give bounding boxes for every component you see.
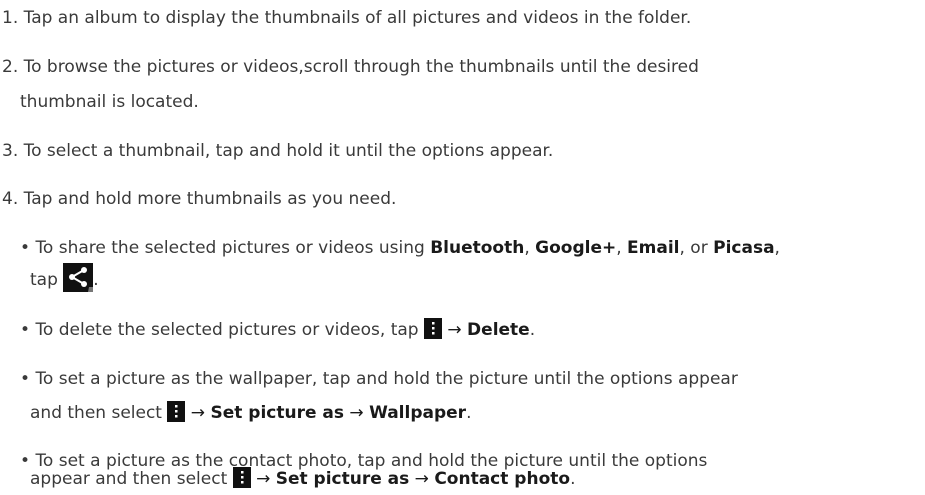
step-2-line-1: 2. To browse the pictures or videos,scro…	[2, 57, 699, 77]
step-1: 1. Tap an album to display the thumbnail…	[2, 8, 692, 28]
instructions-document: 1. Tap an album to display the thumbnail…	[0, 0, 925, 495]
arrow-icon: →	[190, 403, 206, 423]
googleplus-label: Google+	[535, 238, 617, 258]
bluetooth-label: Bluetooth	[430, 238, 525, 258]
bullet-share-line-1: • To share the selected pictures or vide…	[20, 238, 780, 258]
bullet: •	[20, 238, 31, 258]
bullet: •	[20, 320, 31, 340]
bullet-delete: • To delete the selected pictures or vid…	[20, 318, 536, 340]
menu-icon[interactable]	[167, 401, 186, 422]
step-4: 4. Tap and hold more thumbnails as you n…	[2, 189, 397, 209]
step-2-line-2: thumbnail is located.	[20, 92, 199, 112]
bullet: •	[20, 369, 31, 389]
arrow-icon: →	[256, 469, 271, 489]
step-3: 3. To select a thumbnail, tap and hold i…	[2, 141, 554, 161]
set-picture-as-label: Set picture as	[275, 469, 410, 489]
arrow-icon: →	[447, 320, 462, 340]
wallpaper-label: Wallpaper	[369, 403, 467, 423]
menu-icon[interactable]	[232, 467, 251, 488]
delete-label: Delete	[467, 320, 530, 340]
contact-photo-label: Contact photo	[434, 469, 571, 489]
bullet-wallpaper-line-1: • To set a picture as the wallpaper, tap…	[20, 369, 738, 389]
picasa-label: Picasa	[713, 238, 775, 258]
arrow-icon: →	[414, 469, 429, 489]
email-label: Email	[627, 238, 680, 258]
bullet-wallpaper-line-2: and then select → Set picture as → Wallp…	[30, 401, 472, 423]
bullet-share-line-2: tap .	[30, 262, 99, 292]
bullet-contact-line-2: appear and then select → Set picture as …	[30, 467, 576, 489]
menu-icon[interactable]	[423, 318, 442, 339]
set-picture-as-label: Set picture as	[210, 403, 344, 423]
arrow-icon: →	[349, 403, 364, 423]
bullet: •	[20, 451, 31, 471]
share-icon[interactable]	[63, 262, 94, 292]
